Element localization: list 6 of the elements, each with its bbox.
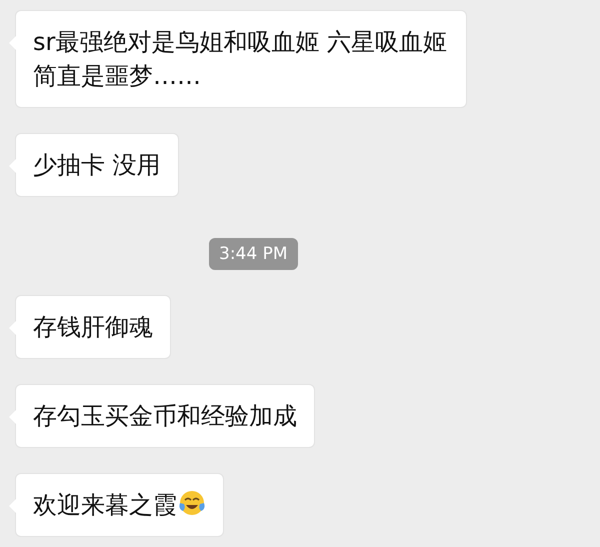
message-text: 存钱肝御魂	[33, 313, 153, 341]
message-text: 少抽卡 没用	[33, 151, 161, 179]
message-text: 欢迎来暮之霞	[33, 491, 177, 519]
message-text: sr最强绝对是鸟姐和吸血姬 六星吸血姬简直是噩梦……	[33, 28, 447, 90]
timestamp: 3:44 PM	[209, 238, 298, 270]
message-text: 存勾玉买金币和经验加成	[33, 402, 297, 430]
